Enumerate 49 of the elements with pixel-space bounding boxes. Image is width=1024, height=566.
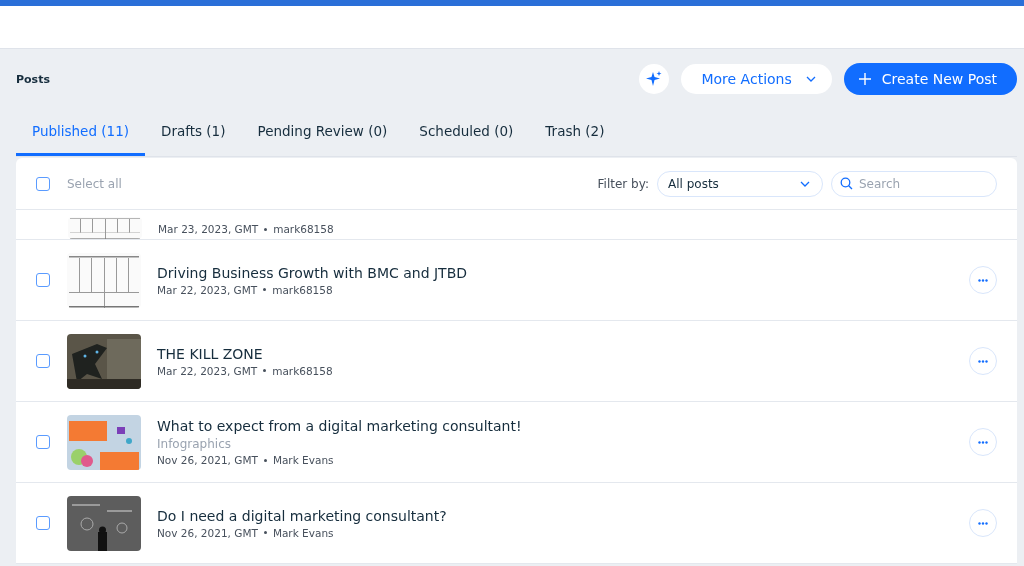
post-date: Nov 26, 2021, GMT — [157, 454, 258, 466]
post-author: mark68158 — [272, 283, 333, 296]
select-all-label: Select all — [67, 176, 122, 191]
more-options-button[interactable] — [969, 428, 997, 456]
filter-dropdown[interactable]: All posts — [657, 170, 823, 197]
post-title[interactable]: THE KILL ZONE — [157, 345, 969, 362]
post-date: Mar 22, 2023, GMT — [157, 364, 258, 377]
checkbox[interactable] — [36, 176, 50, 191]
plus-icon — [857, 72, 872, 86]
separator-dot — [263, 288, 267, 291]
create-post-button[interactable]: Create New Post — [843, 63, 1017, 95]
page-title: Posts — [16, 72, 50, 86]
checkbox[interactable] — [36, 516, 50, 530]
tab[interactable]: Trash (2) — [529, 109, 621, 156]
checkbox[interactable] — [36, 273, 50, 287]
post-category: Infographics — [157, 437, 233, 451]
post-author: mark68158 — [273, 223, 334, 235]
filter-label: Filter by: — [597, 176, 649, 191]
separator-dot — [264, 227, 268, 231]
post-date: Nov 26, 2021, GMT — [157, 526, 258, 539]
post-date: Mar 23, 2023, GMT — [158, 223, 259, 235]
tab[interactable]: Drafts (1) — [145, 109, 242, 156]
checkbox[interactable] — [36, 354, 50, 368]
tab[interactable]: Scheduled (0) — [403, 109, 530, 156]
ellipsis-icon — [978, 359, 988, 363]
more-options-button[interactable] — [969, 347, 997, 375]
post-author: mark68158 — [272, 364, 333, 377]
ai-button[interactable] — [639, 64, 670, 94]
search-field[interactable]: Search — [831, 170, 997, 197]
ellipsis-icon — [978, 521, 988, 525]
search-icon — [840, 177, 853, 190]
separator-dot — [263, 369, 267, 372]
post-title[interactable]: What to expect from a digital marketing consultant! — [157, 418, 969, 434]
chevron-down-icon — [800, 180, 810, 187]
post-title[interactable]: Driving Business Growth with BMC and JTBD — [157, 264, 969, 281]
chevron-down-icon — [805, 76, 816, 82]
post-author: Mark Evans — [272, 526, 334, 539]
ellipsis-icon — [978, 440, 988, 444]
more-options-button[interactable] — [969, 266, 997, 294]
post-date: Mar 22, 2023, GMT — [157, 283, 258, 296]
more-options-button[interactable] — [969, 509, 997, 537]
ellipsis-icon — [978, 278, 988, 282]
checkbox[interactable] — [36, 435, 50, 449]
separator-dot — [263, 531, 267, 534]
separator-dot — [263, 458, 267, 462]
tab[interactable]: Pending Review (0) — [241, 109, 404, 156]
post-title[interactable]: Do I need a digital marketing consultant? — [157, 507, 969, 524]
more-actions-button[interactable]: More Actions — [681, 64, 832, 94]
post-author: Mark Evans — [272, 454, 334, 466]
